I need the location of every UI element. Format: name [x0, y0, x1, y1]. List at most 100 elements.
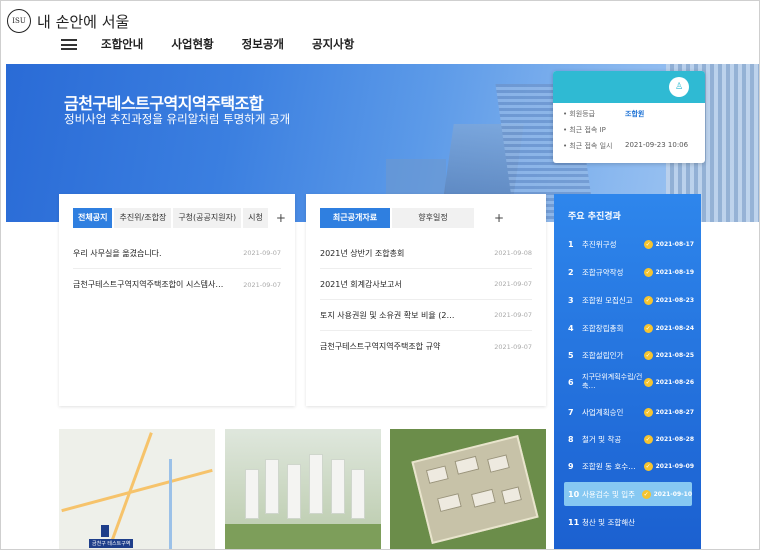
nav-item-union-info[interactable]: 조합안내: [101, 36, 143, 52]
step-date: 2021-08-17: [655, 240, 694, 248]
step-number: 3: [568, 295, 574, 305]
member-grade-label: 회원등급: [563, 109, 625, 119]
step-label: 사용검수 및 입주: [582, 489, 636, 499]
tab-district-office[interactable]: 구청(공공지원자): [173, 208, 242, 228]
step-label: 청산 및 조합해산: [582, 517, 636, 527]
notice-panel: 전체공지 추진위/조합장 구청(공공지원자) 시청 + 우리 사무실을 옮겼습니…: [59, 194, 295, 406]
disclosure-more-button[interactable]: +: [494, 208, 504, 228]
user-icon[interactable]: ♙: [669, 77, 689, 97]
site-building: [501, 486, 522, 505]
check-icon: ✓: [643, 267, 653, 277]
step-number: 10: [568, 489, 580, 499]
list-item[interactable]: 2021년 상반기 조합총회 2021-09-08: [320, 238, 532, 269]
seoul-logo[interactable]: ISU 내 손안에 서울: [7, 9, 129, 33]
check-icon: ✓: [643, 461, 653, 471]
step-number: 7: [568, 407, 574, 417]
nav-item-project-status[interactable]: 사업현황: [171, 36, 213, 52]
complex-rendering-image[interactable]: [225, 429, 381, 549]
step-number: 6: [568, 377, 574, 387]
check-icon: ✓: [643, 434, 653, 444]
map-marker-icon: [101, 525, 109, 537]
step-date: 2021-08-25: [655, 351, 694, 359]
nav-item-disclosure[interactable]: 정보공개: [242, 36, 284, 52]
step-label: 조합원 동 호수…: [582, 461, 636, 471]
tab-recent-data[interactable]: 최근공개자료: [320, 208, 390, 228]
item-title: 2021년 회계감사보고서: [320, 279, 402, 289]
progress-step[interactable]: 9 조합원 동 호수… ✓ 2021-09-09: [564, 454, 694, 478]
tower-shape: [309, 454, 323, 514]
site-building: [470, 488, 496, 508]
item-date: 2021-09-07: [494, 311, 532, 319]
notice-tabs: 전체공지 추진위/조합장 구청(공공지원자) 시청 +: [73, 208, 286, 228]
item-date: 2021-09-07: [494, 280, 532, 288]
list-item[interactable]: 금천구테스트구역지역주택조합이 시스템사… 2021-09-07: [73, 269, 281, 300]
member-row: 최근 접속 일시 2021-09-23 10:06: [553, 141, 705, 151]
notice-more-button[interactable]: +: [276, 208, 286, 228]
progress-step[interactable]: 8 철거 및 착공 ✓ 2021-08-28: [564, 427, 694, 451]
check-icon: ✓: [643, 350, 653, 360]
nav-item-notices[interactable]: 공지사항: [312, 36, 354, 52]
list-item[interactable]: 토지 사용권원 및 소유권 확보 비율 (2… 2021-09-07: [320, 300, 532, 331]
progress-step[interactable]: 3 조합원 모집신고 ✓ 2021-08-23: [564, 288, 694, 312]
check-icon: ✓: [641, 489, 651, 499]
menu-icon[interactable]: [61, 39, 77, 50]
disclosure-panel: 최근공개자료 향후일정 + 2021년 상반기 조합총회 2021-09-08 …: [306, 194, 546, 406]
step-number: 5: [568, 350, 574, 360]
list-item[interactable]: 우리 사무실을 옮겼습니다. 2021-09-07: [73, 238, 281, 269]
notice-title: 우리 사무실을 옮겼습니다.: [73, 248, 162, 258]
item-title: 금천구테스트구역지역주택조합 규약: [320, 342, 441, 351]
step-label: 조합원 모집신고: [582, 295, 633, 305]
item-date: 2021-09-08: [494, 249, 532, 257]
step-date: 2021-09-10: [653, 490, 692, 498]
progress-step[interactable]: 7 사업계획승인 ✓ 2021-08-27: [564, 400, 694, 424]
step-number: 11: [568, 517, 580, 527]
step-label: 철거 및 착공: [582, 434, 622, 444]
tab-upcoming-schedule[interactable]: 향후일정: [392, 208, 474, 228]
last-ip-label: 최근 접속 IP: [563, 125, 625, 135]
step-label: 조합규약작성: [582, 267, 624, 277]
step-label: 지구단위계획수립/건축…: [582, 373, 643, 390]
list-item[interactable]: 2021년 회계감사보고서 2021-09-07: [320, 269, 532, 300]
progress-step[interactable]: 6 지구단위계획수립/건축… ✓ 2021-08-26: [564, 370, 694, 394]
notice-list: 우리 사무실을 옮겼습니다. 2021-09-07 금천구테스트구역지역주택조합…: [73, 238, 281, 300]
member-info-card: ♙ 회원등급 조합원 최근 접속 IP 최근 접속 일시 2021-09-23 …: [553, 71, 705, 163]
main-nav: 조합안내 사업현황 정보공개 공지사항: [101, 36, 382, 52]
map-road: [169, 459, 172, 549]
seoul-logo-text: 내 손안에 서울: [37, 12, 130, 31]
progress-step[interactable]: 5 조합설립인가 ✓ 2021-08-25: [564, 343, 694, 367]
check-icon: ✓: [643, 377, 653, 387]
tab-committee[interactable]: 추진위/조합장: [114, 208, 172, 228]
notice-date: 2021-09-07: [243, 249, 281, 257]
step-date: 2021-08-24: [655, 324, 694, 332]
list-item[interactable]: 금천구테스트구역지역주택조합 규약 2021-09-07: [320, 331, 532, 362]
progress-step[interactable]: 1 추진위구성 ✓ 2021-08-17: [564, 232, 694, 256]
tab-all-notices[interactable]: 전체공지: [73, 208, 113, 228]
notice-date: 2021-09-07: [243, 280, 281, 289]
step-date: 2021-08-27: [655, 408, 694, 416]
site-building: [487, 454, 510, 473]
tower-shape: [351, 469, 365, 519]
tower-shape: [331, 459, 345, 514]
site-plan-image[interactable]: [390, 429, 546, 549]
green-area: [225, 524, 381, 549]
step-date: 2021-09-09: [655, 462, 694, 470]
item-date: 2021-09-07: [494, 342, 532, 351]
step-label: 조합설립인가: [582, 350, 624, 360]
progress-step[interactable]: 2 조합규약작성 ✓ 2021-08-19: [564, 260, 694, 284]
step-date: 2021-08-19: [655, 268, 694, 276]
progress-step[interactable]: 10 사용검수 및 입주 ✓ 2021-09-10: [564, 482, 692, 506]
location-map[interactable]: 금천구 테스트구역: [59, 429, 215, 549]
step-label: 조합창립총회: [582, 323, 624, 333]
progress-step[interactable]: 4 조합창립총회 ✓ 2021-08-24: [564, 316, 694, 340]
step-number: 1: [568, 239, 574, 249]
step-label: 사업계획승인: [582, 407, 624, 417]
seoul-emblem-icon: ISU: [7, 9, 31, 33]
disclosure-list: 2021년 상반기 조합총회 2021-09-08 2021년 회계감사보고서 …: [320, 238, 532, 362]
site-building: [425, 465, 449, 484]
progress-title: 주요 추진경과: [568, 212, 621, 222]
tab-city-hall[interactable]: 시청: [243, 208, 268, 228]
step-number: 8: [568, 434, 574, 444]
map-road: [108, 432, 153, 548]
progress-step[interactable]: 11 청산 및 조합해산: [564, 510, 694, 534]
step-label: 추진위구성: [582, 239, 617, 249]
